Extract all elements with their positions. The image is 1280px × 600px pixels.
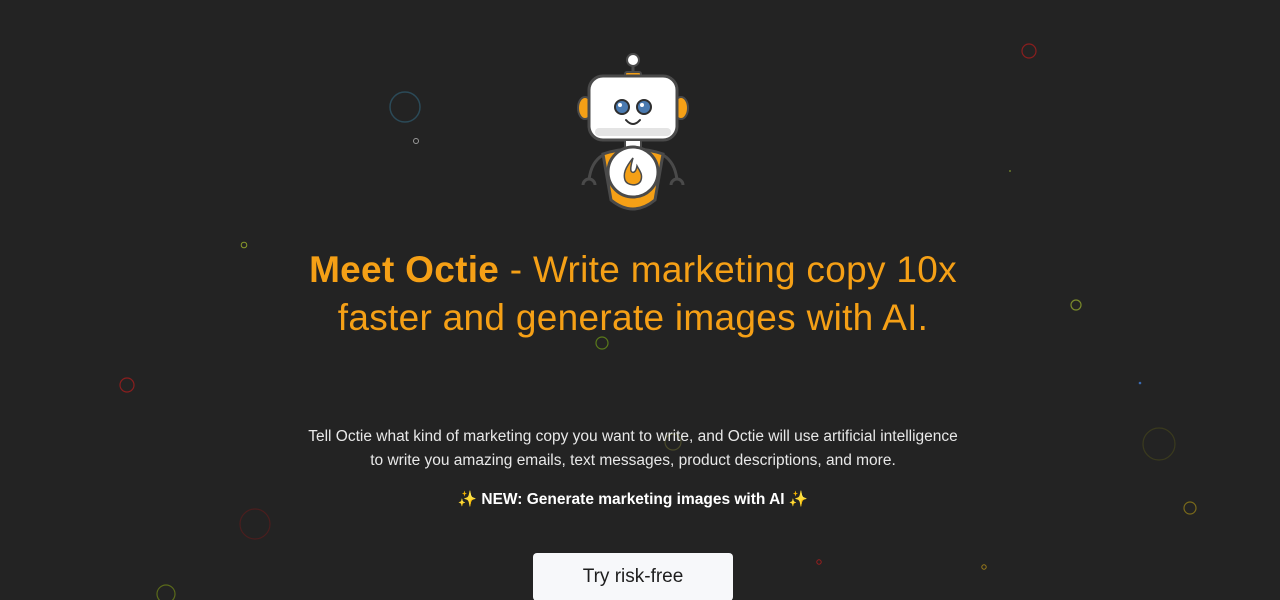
- bubble: [119, 377, 135, 393]
- bubble: [389, 91, 421, 123]
- try-risk-free-button[interactable]: Try risk-free: [533, 553, 733, 600]
- bubble: [413, 138, 419, 144]
- landing-page: Meet Octie - Write marketing copy 10x fa…: [0, 0, 1280, 600]
- bubble: [1070, 299, 1082, 311]
- bubble: [240, 241, 248, 249]
- sparkle-icon: ✨: [457, 491, 478, 508]
- new-feature-text: NEW: Generate marketing images with AI: [477, 491, 789, 508]
- bubble: [1009, 170, 1011, 172]
- bubble: [1138, 381, 1142, 385]
- sparkle-icon: ✨: [788, 491, 809, 508]
- bubble: [156, 584, 176, 600]
- bubble: [1142, 427, 1176, 461]
- bubble: [981, 564, 987, 570]
- new-feature-banner: ✨ NEW: Generate marketing images with AI…: [300, 489, 966, 511]
- robot-mascot-icon: [577, 53, 689, 211]
- hero-description: Tell Octie what kind of marketing copy y…: [308, 428, 958, 469]
- brand-name: Meet Octie: [309, 249, 500, 290]
- bubble: [1183, 501, 1197, 515]
- bubble: [1021, 43, 1037, 59]
- hero-headline: Meet Octie - Write marketing copy 10x fa…: [290, 246, 976, 342]
- bubble: [816, 559, 822, 565]
- bubble: [239, 508, 271, 540]
